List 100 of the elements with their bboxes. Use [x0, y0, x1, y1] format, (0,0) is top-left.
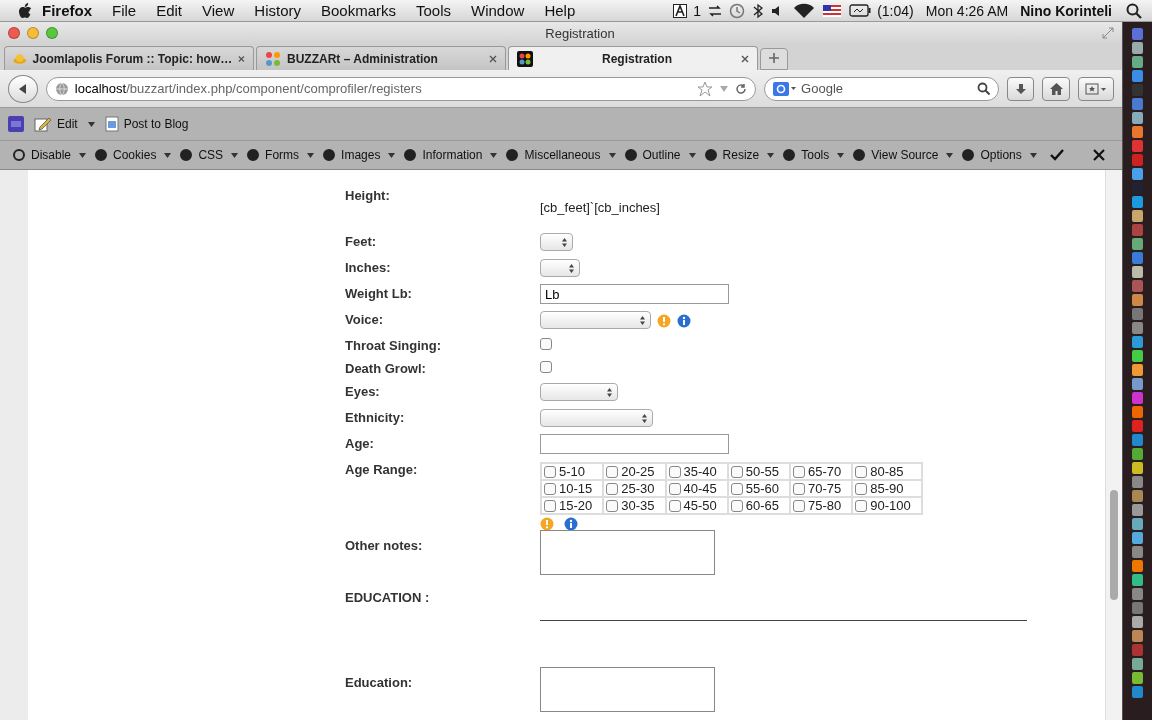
close-icon[interactable]	[741, 54, 749, 63]
app-icon[interactable]	[1132, 532, 1143, 544]
app-icon[interactable]	[1132, 140, 1143, 152]
search-field[interactable]: Google	[764, 76, 999, 101]
checkbox[interactable]	[855, 465, 868, 478]
menu-item[interactable]: View	[192, 2, 245, 19]
app-icon[interactable]	[1132, 630, 1143, 642]
browser-tab[interactable]: Registration	[508, 46, 758, 70]
app-icon[interactable]	[1132, 546, 1143, 558]
caret-icon[interactable]	[837, 152, 845, 158]
checkbox[interactable]	[668, 465, 681, 478]
app-icon[interactable]	[1132, 588, 1143, 600]
checkbox[interactable]	[544, 482, 556, 495]
app-icon[interactable]	[1132, 364, 1143, 376]
app-icon[interactable]	[1132, 490, 1143, 502]
toolbar-menu[interactable]: Images	[318, 148, 385, 162]
checkbox[interactable]	[606, 482, 619, 495]
app-icon[interactable]	[1132, 210, 1143, 222]
toolbar-menu[interactable]: Information	[399, 148, 487, 162]
app-icon[interactable]	[1132, 42, 1143, 54]
toolbar-menu[interactable]: Tools	[778, 148, 834, 162]
caret-icon[interactable]	[79, 152, 87, 158]
caret-icon[interactable]	[767, 152, 775, 158]
checkbox[interactable]	[793, 465, 805, 478]
flag-icon[interactable]	[823, 4, 842, 17]
new-tab-button[interactable]	[760, 48, 788, 70]
browser-tab[interactable]: BUZZARt – Administration	[256, 46, 506, 70]
minimize-button[interactable]	[27, 27, 39, 39]
app-icon[interactable]	[1132, 406, 1143, 418]
select-dropdown[interactable]	[540, 259, 580, 277]
bookmark-item[interactable]: Post to Blog	[100, 116, 193, 132]
caret-icon[interactable]	[87, 121, 95, 127]
toolbar-menu[interactable]: Miscellaneous	[501, 148, 605, 162]
select-dropdown[interactable]	[540, 311, 651, 329]
sync-icon[interactable]	[707, 3, 724, 18]
app-icon[interactable]	[1132, 434, 1143, 446]
app-icon[interactable]	[1132, 70, 1143, 82]
app-icon[interactable]	[1132, 322, 1143, 334]
text-area[interactable]	[540, 530, 715, 575]
toolbar-menu[interactable]: View Source	[848, 148, 943, 162]
toolbar-menu[interactable]: Disable	[8, 148, 76, 162]
menu-item[interactable]: Firefox	[32, 2, 102, 19]
select-dropdown[interactable]	[540, 233, 573, 251]
app-icon[interactable]	[1132, 392, 1143, 404]
user-name[interactable]: Nino Korinteli	[1014, 2, 1118, 19]
checkbox[interactable]	[730, 465, 743, 478]
input-source-icon[interactable]	[673, 3, 688, 18]
app-icon[interactable]	[1132, 196, 1143, 208]
home-button[interactable]	[1042, 76, 1071, 101]
browser-tab[interactable]: Joomlapolis Forum :: Topic: how…	[4, 46, 254, 70]
address-field[interactable]: localhost/buzzart/index.php/component/comprofiler/registers	[45, 76, 757, 101]
back-button[interactable]	[8, 74, 38, 103]
app-icon[interactable]	[1132, 252, 1143, 264]
checkbox[interactable]	[540, 338, 552, 350]
caret-icon[interactable]	[231, 152, 239, 158]
checkbox[interactable]	[855, 482, 868, 495]
battery-icon[interactable]	[849, 4, 872, 17]
caret-icon[interactable]	[688, 152, 696, 158]
app-icon[interactable]	[1132, 280, 1143, 292]
dropdown-icon[interactable]	[719, 84, 730, 93]
text-input[interactable]	[540, 434, 729, 454]
checkbox[interactable]	[730, 482, 743, 495]
checkbox[interactable]	[793, 482, 805, 495]
app-icon[interactable]	[1132, 266, 1143, 278]
app-icon[interactable]	[1132, 126, 1143, 138]
checkmark-icon[interactable]	[1048, 148, 1065, 162]
toolbar-menu[interactable]: Forms	[242, 148, 304, 162]
search-icon[interactable]	[976, 82, 990, 95]
search-engine-icon[interactable]	[773, 81, 798, 96]
checkbox[interactable]	[668, 499, 681, 512]
text-area[interactable]	[540, 667, 715, 712]
app-icon[interactable]	[1132, 462, 1143, 474]
app-icon[interactable]	[1132, 350, 1143, 362]
app-icon[interactable]	[1132, 420, 1143, 432]
menu-item[interactable]: File	[102, 2, 147, 19]
caret-icon[interactable]	[946, 152, 954, 158]
app-icon[interactable]	[1132, 518, 1143, 530]
app-icon[interactable]	[1132, 294, 1143, 306]
app-icon[interactable]	[1132, 378, 1143, 390]
select-dropdown[interactable]	[540, 383, 618, 401]
app-icon[interactable]	[1132, 28, 1143, 40]
app-icon[interactable]	[1132, 504, 1143, 516]
menu-item[interactable]: History	[244, 2, 311, 19]
search-icon[interactable]	[1126, 2, 1142, 19]
toolbar-menu[interactable]: Resize	[699, 148, 764, 162]
close-icon[interactable]	[238, 54, 245, 63]
app-icon[interactable]	[1132, 154, 1143, 166]
checkbox[interactable]	[544, 465, 556, 478]
checkbox[interactable]	[540, 361, 552, 373]
app-icon[interactable]	[1132, 616, 1143, 628]
caret-icon[interactable]	[1029, 152, 1037, 158]
app-icon[interactable]	[1132, 658, 1143, 670]
app-icon[interactable]	[1132, 168, 1143, 180]
caret-icon[interactable]	[164, 152, 172, 158]
select-dropdown[interactable]	[540, 409, 653, 427]
checkbox[interactable]	[730, 499, 743, 512]
app-icon[interactable]	[1132, 560, 1143, 572]
bookmarks-button[interactable]	[1078, 76, 1114, 101]
app-icon[interactable]	[8, 116, 24, 132]
checkbox[interactable]	[793, 499, 805, 512]
